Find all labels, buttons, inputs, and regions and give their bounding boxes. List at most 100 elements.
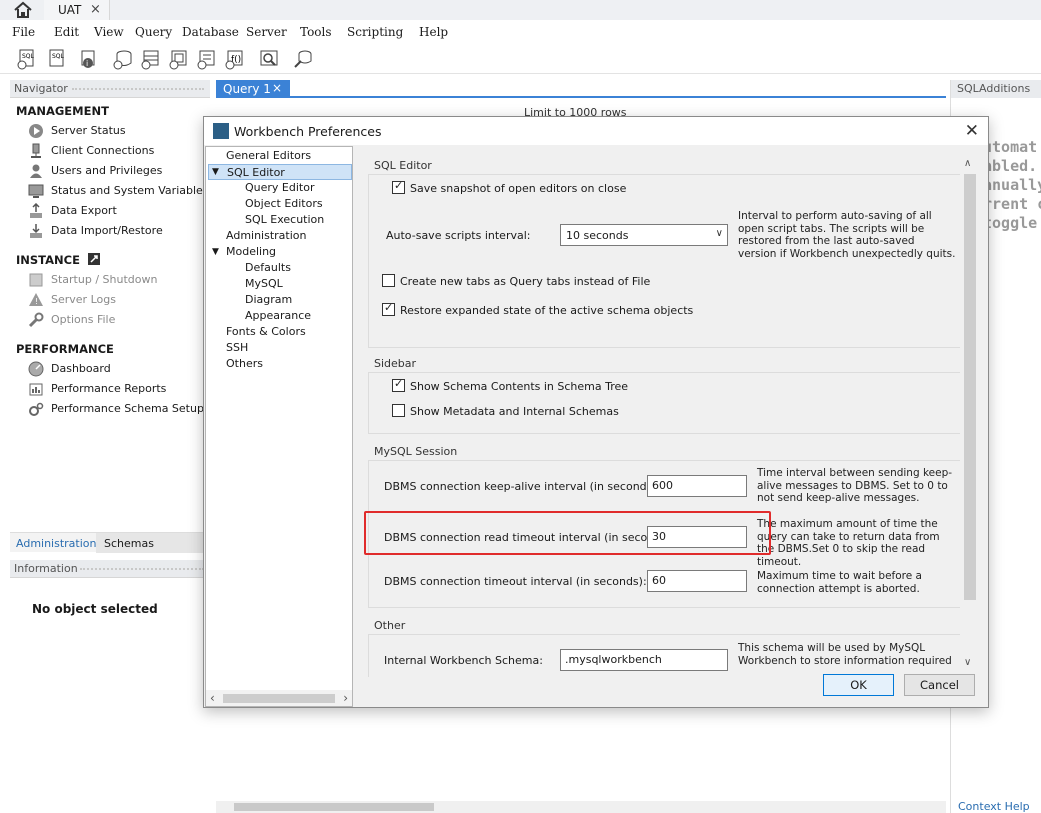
content-vertical-scrollbar[interactable]: ∧ ∨ (963, 158, 977, 668)
tree-item-sql-execution[interactable]: SQL Execution (245, 213, 324, 229)
tree-item-mysql[interactable]: MySQL (245, 277, 283, 293)
tree-item-general-editors[interactable]: General Editors (226, 149, 311, 165)
scroll-thumb[interactable] (964, 174, 976, 600)
svg-text:SQL: SQL (22, 53, 35, 60)
create-procedure-icon[interactable] (196, 48, 218, 70)
svg-text:i: i (86, 59, 88, 68)
search-table-data-icon[interactable] (258, 48, 280, 70)
connection-icon (31, 143, 41, 158)
show-schema-checkbox[interactable] (392, 377, 405, 392)
new-sql-tab-icon[interactable]: SQL (16, 48, 38, 70)
conn-timeout-label: DBMS connection timeout interval (in sec… (384, 575, 647, 588)
create-table-icon[interactable] (140, 48, 162, 70)
menu-help[interactable]: Help (419, 25, 448, 39)
menu-tools[interactable]: Tools (300, 25, 332, 39)
internal-schema-input[interactable]: .mysqlworkbench (560, 649, 728, 671)
horizontal-scrollbar[interactable] (216, 801, 946, 813)
section-sidebar: Sidebar (374, 357, 417, 370)
wrench-icon (28, 312, 44, 328)
tab-administration[interactable]: Administration (16, 537, 97, 550)
section-other: Other (374, 619, 406, 632)
navigator-header: Navigator (10, 80, 210, 98)
new-tabs-label: Create new tabs as Query tabs instead of… (400, 275, 651, 288)
tree-horizontal-scrollbar[interactable]: ‹ › (206, 690, 352, 706)
instance-title: INSTANCE (16, 253, 100, 267)
show-metadata-label: Show Metadata and Internal Schemas (410, 405, 619, 418)
tree-item-diagram[interactable]: Diagram (245, 293, 292, 309)
drag-handle[interactable] (72, 88, 204, 90)
conn-timeout-input[interactable]: 60 (647, 570, 747, 592)
tree-item-administration[interactable]: Administration (226, 229, 307, 245)
menu-database[interactable]: Database (182, 25, 239, 39)
navigator-tabs: Administration Schemas (10, 532, 210, 553)
scroll-left-icon[interactable]: ‹ (210, 691, 215, 705)
expand-triangle-icon[interactable]: ▼ (212, 167, 219, 177)
nav-label: Startup / Shutdown (51, 273, 158, 286)
management-title: MANAGEMENT (16, 104, 109, 118)
workbench-preferences-dialog: Workbench Preferences ✕ General Editors … (203, 116, 989, 708)
close-icon[interactable]: × (272, 81, 282, 95)
menu-view[interactable]: View (94, 25, 124, 39)
tree-item-object-editors[interactable]: Object Editors (245, 197, 323, 213)
section-mysql-session: MySQL Session (374, 445, 458, 458)
menu-file[interactable]: File (12, 25, 35, 39)
save-snapshot-label: Save snapshot of open editors on close (410, 182, 627, 195)
nav-label: Performance Schema Setup (51, 402, 204, 415)
scroll-thumb[interactable] (223, 694, 335, 703)
reconnect-icon[interactable] (292, 48, 314, 70)
close-icon[interactable]: × (90, 2, 101, 17)
keepalive-input[interactable]: 600 (647, 475, 747, 497)
information-header: Information (10, 560, 210, 578)
create-view-icon[interactable] (168, 48, 190, 70)
internal-schema-description: This schema will be used by MySQL Workbe… (738, 642, 952, 667)
menu-edit[interactable]: Edit (54, 25, 79, 39)
restore-state-checkbox[interactable] (382, 301, 395, 316)
import-icon (30, 224, 42, 238)
tree-item-modeling[interactable]: ▼ Modeling (208, 245, 352, 261)
tab-schemas[interactable]: Schemas (96, 533, 206, 553)
nav-label: Status and System Variables (51, 184, 209, 197)
tree-item-appearance[interactable]: Appearance (245, 309, 311, 325)
home-icon[interactable] (12, 1, 36, 19)
menu-server[interactable]: Server (246, 25, 287, 39)
connection-tab-label: UAT (58, 3, 82, 17)
inspector-icon[interactable]: i (78, 48, 100, 70)
sql-editor-group (368, 174, 960, 348)
new-tabs-checkbox[interactable] (382, 274, 395, 287)
tree-item-defaults[interactable]: Defaults (245, 261, 291, 277)
scroll-down-icon[interactable]: ∨ (964, 657, 971, 668)
tree-item-query-editor[interactable]: Query Editor (245, 181, 314, 197)
navigator-panel: Navigator MANAGEMENT Server Status Clien… (10, 80, 210, 813)
open-sql-script-icon[interactable]: SQL (46, 48, 68, 70)
dashboard-icon (28, 361, 44, 377)
drag-handle[interactable] (80, 568, 204, 570)
show-metadata-checkbox[interactable] (392, 404, 405, 417)
tree-item-ssh[interactable]: SSH (226, 341, 248, 357)
create-schema-icon[interactable] (112, 48, 134, 70)
play-circle-icon (29, 124, 43, 138)
autosave-interval-select[interactable]: 10 seconds ∨ (560, 224, 728, 246)
menu-query[interactable]: Query (135, 25, 172, 39)
nav-label: Data Export (51, 204, 117, 217)
read-timeout-input[interactable]: 30 (647, 526, 747, 548)
tab-strip (290, 96, 946, 98)
cancel-button[interactable]: Cancel (904, 674, 975, 696)
scroll-thumb[interactable] (234, 803, 434, 811)
connection-tab-uat[interactable]: UAT × (44, 0, 110, 20)
tree-item-fonts-colors[interactable]: Fonts & Colors (226, 325, 306, 341)
expand-triangle-icon[interactable]: ▼ (212, 247, 219, 257)
save-snapshot-checkbox[interactable] (392, 179, 405, 194)
tree-item-sql-editor[interactable]: ▼ SQL Editor (208, 164, 352, 180)
menu-scripting[interactable]: Scripting (347, 25, 403, 39)
instance-title-text: INSTANCE (16, 253, 80, 267)
keepalive-label: DBMS connection keep-alive interval (in … (384, 480, 661, 493)
scroll-right-icon[interactable]: › (343, 691, 348, 705)
create-function-icon[interactable]: f() (224, 48, 246, 70)
tab-context-help[interactable]: Context Help (958, 800, 1030, 813)
preferences-content: SQL Editor Save snapshot of open editors… (356, 146, 960, 677)
close-icon[interactable]: ✕ (965, 121, 979, 141)
ok-button[interactable]: OK (823, 674, 894, 696)
tree-item-others[interactable]: Others (226, 357, 263, 373)
tab-query-1[interactable]: Query 1 × (216, 80, 290, 98)
scroll-up-icon[interactable]: ∧ (964, 158, 971, 169)
